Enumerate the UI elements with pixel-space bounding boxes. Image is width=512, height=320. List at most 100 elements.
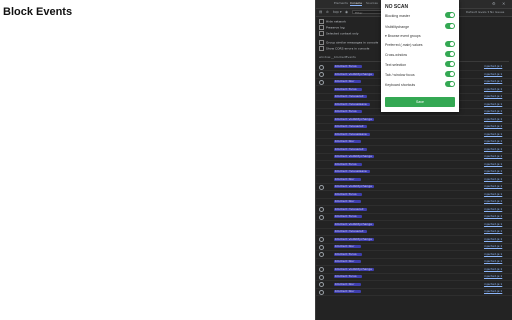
log-message: blocked: blur [335, 139, 355, 143]
source-link[interactable]: injected.js:1 [484, 192, 502, 196]
toggle-switch[interactable] [445, 12, 455, 18]
source-link[interactable]: injected.js:1 [484, 72, 502, 76]
eye-icon[interactable]: ◉ [345, 10, 348, 14]
source-link[interactable]: injected.js:1 [484, 259, 502, 263]
expand-icon[interactable] [319, 72, 324, 77]
log-message: blocked: focus [335, 251, 357, 256]
source-link[interactable]: injected.js:1 [484, 109, 502, 113]
log-message: blocked: mouseout [335, 94, 364, 98]
log-message: blocked: visibilitychange [335, 236, 372, 241]
toggle-switch[interactable] [445, 41, 455, 47]
tab-sources[interactable]: Sources [366, 1, 378, 5]
log-levels-select[interactable]: Default levels ▾ [466, 10, 489, 14]
expand-icon[interactable] [319, 214, 324, 220]
source-link[interactable]: injected.js:1 [484, 199, 502, 203]
source-link[interactable]: injected.js:1 [484, 244, 502, 248]
toggle-switch[interactable] [445, 61, 455, 67]
source-link[interactable]: injected.js:1 [484, 87, 502, 91]
log-message: blocked: visibilitychange [335, 154, 372, 158]
clear-console-icon[interactable]: ⊘ [326, 10, 329, 14]
source-link[interactable]: injected.js:1 [484, 169, 502, 173]
extension-popup: NO SCAN Blocking master Visibilitychange… [381, 0, 459, 112]
gear-icon[interactable]: ⚙ [492, 1, 496, 6]
log-message: blocked: visibilitychange [335, 266, 372, 271]
expand-icon[interactable] [319, 207, 324, 212]
source-link[interactable]: injected.js:1 [484, 139, 502, 143]
source-link[interactable]: injected.js:1 [484, 94, 502, 98]
checkbox-icon [319, 40, 324, 45]
source-link[interactable]: injected.js:1 [484, 64, 502, 68]
log-message: blocked: mouseout [335, 146, 364, 151]
expand-icon[interactable] [319, 79, 324, 85]
source-link[interactable]: injected.js:1 [484, 229, 502, 233]
save-button[interactable]: Save [385, 97, 455, 107]
source-link[interactable]: injected.js:1 [484, 124, 502, 128]
expand-icon[interactable] [319, 252, 324, 257]
source-link[interactable]: injected.js:1 [484, 154, 502, 158]
popup-row: Tab / window focus [385, 70, 455, 79]
source-link[interactable]: injected.js:1 [484, 252, 502, 256]
source-link[interactable]: injected.js:1 [484, 147, 502, 151]
log-message: blocked: focus [335, 161, 357, 166]
issues-button[interactable]: No Issues [490, 10, 504, 14]
popup-row: Cross-window [385, 50, 455, 59]
source-link[interactable]: injected.js:1 [484, 274, 502, 278]
close-icon[interactable]: ✕ [502, 1, 505, 6]
source-link[interactable]: injected.js:1 [484, 162, 502, 166]
log-message: blocked: blur [335, 281, 355, 286]
source-link[interactable]: injected.js:1 [484, 177, 502, 181]
log-message: blocked: focus [335, 274, 357, 278]
source-link[interactable]: injected.js:1 [484, 132, 502, 136]
option-hide-network[interactable]: Hide network [319, 19, 346, 24]
log-message: blocked: visibilitychange [335, 116, 372, 121]
popup-row: Keyboard shortcuts [385, 80, 455, 89]
source-link[interactable]: injected.js:1 [484, 282, 502, 286]
expand-icon[interactable] [319, 282, 324, 287]
source-link[interactable]: injected.js:1 [484, 79, 502, 83]
expand-icon[interactable] [319, 274, 324, 280]
popup-row: Preferred (.main) values [385, 40, 455, 49]
source-link[interactable]: injected.js:1 [484, 222, 502, 226]
log-message: blocked: visibilitychange [335, 71, 372, 76]
source-link[interactable]: injected.js:1 [484, 207, 502, 211]
expand-icon[interactable] [319, 64, 324, 70]
checkbox-icon [319, 46, 324, 51]
expand-icon[interactable] [319, 244, 324, 250]
log-message: blocked: focus [335, 214, 357, 218]
toggle-switch[interactable] [445, 51, 455, 57]
log-message: blocked: mouseleave [335, 169, 367, 173]
expand-icon[interactable] [319, 267, 324, 272]
popup-row: Blocking master [385, 11, 455, 20]
source-link[interactable]: injected.js:1 [484, 117, 502, 121]
source-link[interactable]: injected.js:1 [484, 289, 502, 293]
toggle-switch[interactable] [445, 23, 455, 29]
sidebar-toggle-icon[interactable]: ▤ [319, 10, 322, 14]
checkbox-icon [319, 25, 324, 30]
tab-elements[interactable]: Elements [334, 1, 348, 5]
source-link[interactable]: injected.js:1 [484, 267, 502, 271]
event-groups-expander[interactable]: ▾ Browse event groups [385, 34, 421, 38]
popup-row: Text selection [385, 60, 455, 69]
option-group-similar[interactable]: Group similar messages in console [319, 40, 378, 45]
popup-row: Visibilitychange [385, 22, 455, 31]
tab-console[interactable]: Console [350, 1, 362, 6]
log-message: blocked: visibilitychange [335, 221, 372, 226]
source-link[interactable]: injected.js:1 [484, 237, 502, 241]
toggle-switch[interactable] [445, 81, 455, 87]
log-message: blocked: blur [335, 79, 355, 83]
log-message: blocked: blur [335, 176, 355, 181]
expand-icon[interactable] [319, 184, 324, 190]
expand-icon[interactable] [319, 237, 324, 242]
source-link[interactable]: injected.js:1 [484, 102, 502, 106]
popup-title: NO SCAN [385, 4, 409, 10]
option-preserve-log[interactable]: Preserve log [319, 25, 345, 30]
toggle-switch[interactable] [445, 71, 455, 77]
option-cors-errors[interactable]: Show CORS errors in console [319, 46, 369, 51]
source-link[interactable]: injected.js:1 [484, 184, 502, 188]
context-select[interactable]: top ▾ [333, 10, 342, 14]
expand-icon[interactable] [319, 289, 324, 295]
checkbox-icon [319, 19, 324, 24]
source-link[interactable]: injected.js:1 [484, 214, 502, 218]
page-title: Block Events [3, 6, 73, 18]
option-selected-context[interactable]: Selected context only [319, 31, 359, 36]
